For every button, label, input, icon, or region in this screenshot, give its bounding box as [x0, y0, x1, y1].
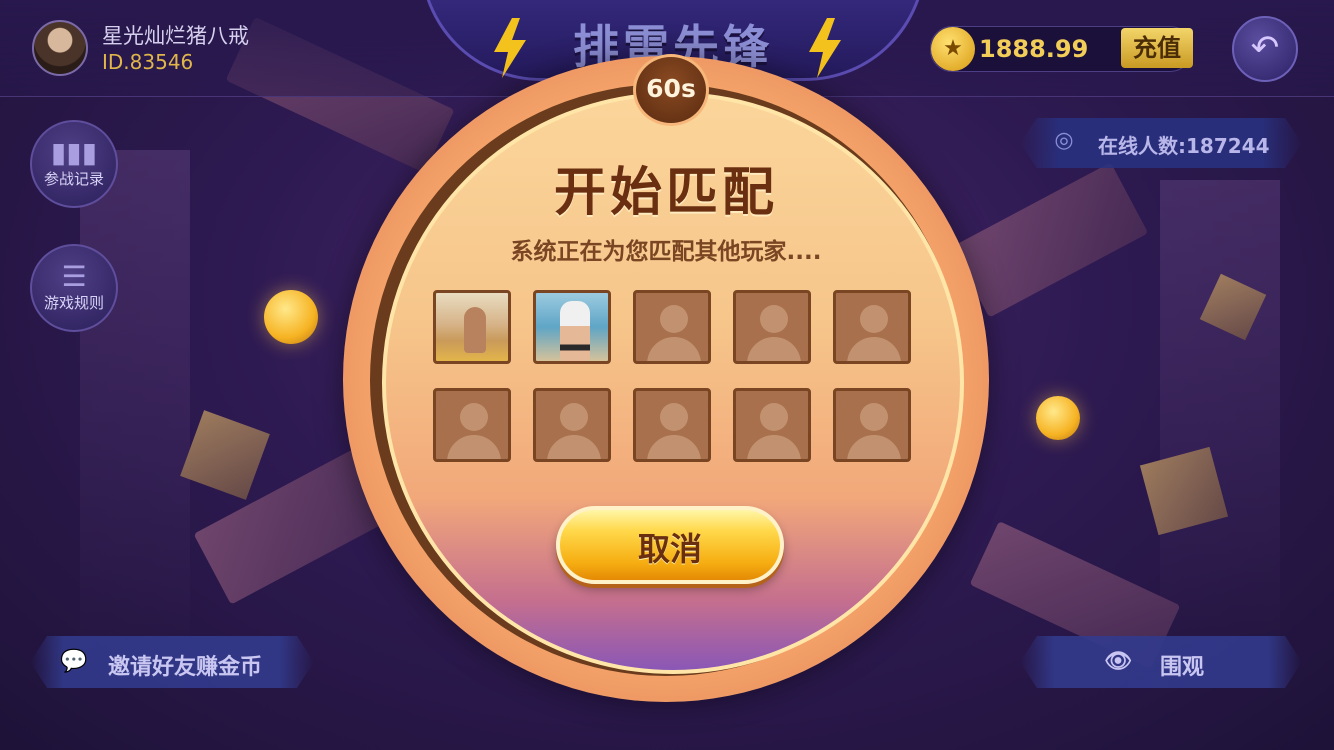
bg-orb — [264, 290, 318, 344]
list-icon: ☰ — [61, 260, 87, 293]
recharge-button[interactable]: 充值 — [1121, 28, 1193, 68]
match-subtitle: 系统正在为您匹配其他玩家.... — [510, 239, 822, 265]
people-icon: ◎ — [1054, 128, 1074, 153]
bg-pillar — [1160, 180, 1280, 640]
empty-player-slot — [833, 388, 911, 462]
game-rules-button[interactable]: ☰ 游戏规则 — [30, 244, 118, 332]
bg-pillar — [80, 150, 190, 650]
back-arrow-icon: ↶ — [1250, 28, 1280, 68]
user-avatar[interactable] — [32, 20, 88, 76]
cancel-button[interactable]: 取消 — [556, 506, 784, 584]
online-count-banner: ◎ 在线人数:187244 — [1020, 118, 1302, 168]
person-placeholder-icon — [560, 403, 588, 431]
back-button[interactable]: ↶ — [1232, 16, 1298, 82]
invite-friends-button[interactable]: 💬 邀请好友赚金币 — [30, 636, 314, 688]
watch-button[interactable]: 👁 围观 — [1020, 636, 1302, 688]
coin-value: 1888.99 — [979, 35, 1089, 63]
player-avatar — [536, 293, 608, 361]
user-name: 星光灿烂猪八戒 — [102, 24, 249, 48]
empty-player-slot — [733, 290, 811, 364]
empty-player-slot — [833, 290, 911, 364]
lightning-right-icon — [809, 18, 841, 78]
coin-icon: ★ — [931, 27, 975, 71]
game-rules-label: 游戏规则 — [43, 294, 104, 312]
bg-orb — [1036, 396, 1080, 440]
player-avatar — [436, 293, 508, 361]
person-placeholder-icon — [860, 305, 888, 333]
countdown-timer: 60s — [633, 54, 709, 126]
person-placeholder-icon — [660, 305, 688, 333]
bar-chart-icon: ▮▮▮ — [50, 136, 98, 169]
chat-icon: 💬 — [60, 649, 88, 674]
online-count: 在线人数:187244 — [1098, 134, 1270, 158]
battle-record-label: 参战记录 — [43, 170, 104, 188]
person-placeholder-icon — [760, 305, 788, 333]
empty-player-slot — [533, 388, 611, 462]
empty-player-slot — [633, 290, 711, 364]
bg-cube — [180, 410, 270, 500]
empty-player-slot — [433, 388, 511, 462]
watch-label: 围观 — [1160, 655, 1205, 680]
battle-record-button[interactable]: ▮▮▮ 参战记录 — [30, 120, 118, 208]
person-placeholder-icon — [660, 403, 688, 431]
person-placeholder-icon — [460, 403, 488, 431]
empty-player-slot — [733, 388, 811, 462]
empty-player-slot — [633, 388, 711, 462]
user-id: ID.83546 — [102, 50, 194, 74]
invite-friends-label: 邀请好友赚金币 — [108, 655, 263, 680]
player-slot — [433, 290, 511, 364]
person-placeholder-icon — [760, 403, 788, 431]
eye-icon: 👁 — [1104, 649, 1132, 674]
cancel-label: 取消 — [637, 530, 702, 568]
player-slot — [533, 290, 611, 364]
match-title: 开始匹配 — [553, 163, 778, 223]
lightning-left-icon — [494, 18, 526, 78]
person-placeholder-icon — [860, 403, 888, 431]
